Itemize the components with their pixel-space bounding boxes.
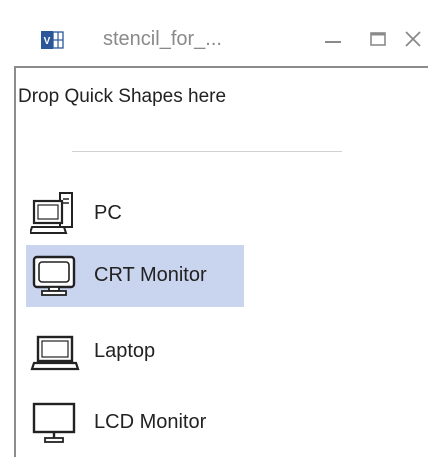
- quick-shapes-drop-hint: Drop Quick Shapes here: [18, 86, 227, 107]
- shape-label: Laptop: [94, 340, 156, 362]
- stencil-window: V stencil_for_... Drop Quick Shapes here…: [0, 0, 428, 457]
- pc-icon: [30, 192, 73, 234]
- maximize-icon: [370, 32, 386, 46]
- title-bar[interactable]: V stencil_for_...: [0, 0, 428, 64]
- quick-shapes-separator: [72, 151, 342, 152]
- minimize-icon: [325, 41, 341, 43]
- close-button[interactable]: [398, 22, 428, 56]
- shape-label: CRT Monitor: [94, 264, 207, 286]
- shape-label: PC: [94, 202, 122, 224]
- shape-item-laptop[interactable]: Laptop: [26, 321, 244, 383]
- maximize-button[interactable]: [361, 22, 395, 56]
- shape-label: LCD Monitor: [94, 411, 207, 433]
- shape-item-lcd-monitor[interactable]: LCD Monitor: [26, 392, 244, 454]
- laptop-icon: [30, 335, 80, 371]
- close-icon: [405, 31, 421, 47]
- crt-monitor-icon: [32, 255, 76, 296]
- window-title: stencil_for_...: [103, 28, 222, 50]
- shape-item-pc[interactable]: PC: [26, 183, 244, 245]
- svg-text:V: V: [44, 36, 51, 47]
- shape-item-crt-monitor[interactable]: CRT Monitor: [26, 245, 244, 307]
- visio-icon: V: [40, 29, 64, 51]
- minimize-button[interactable]: [316, 22, 350, 56]
- lcd-monitor-icon: [32, 402, 76, 443]
